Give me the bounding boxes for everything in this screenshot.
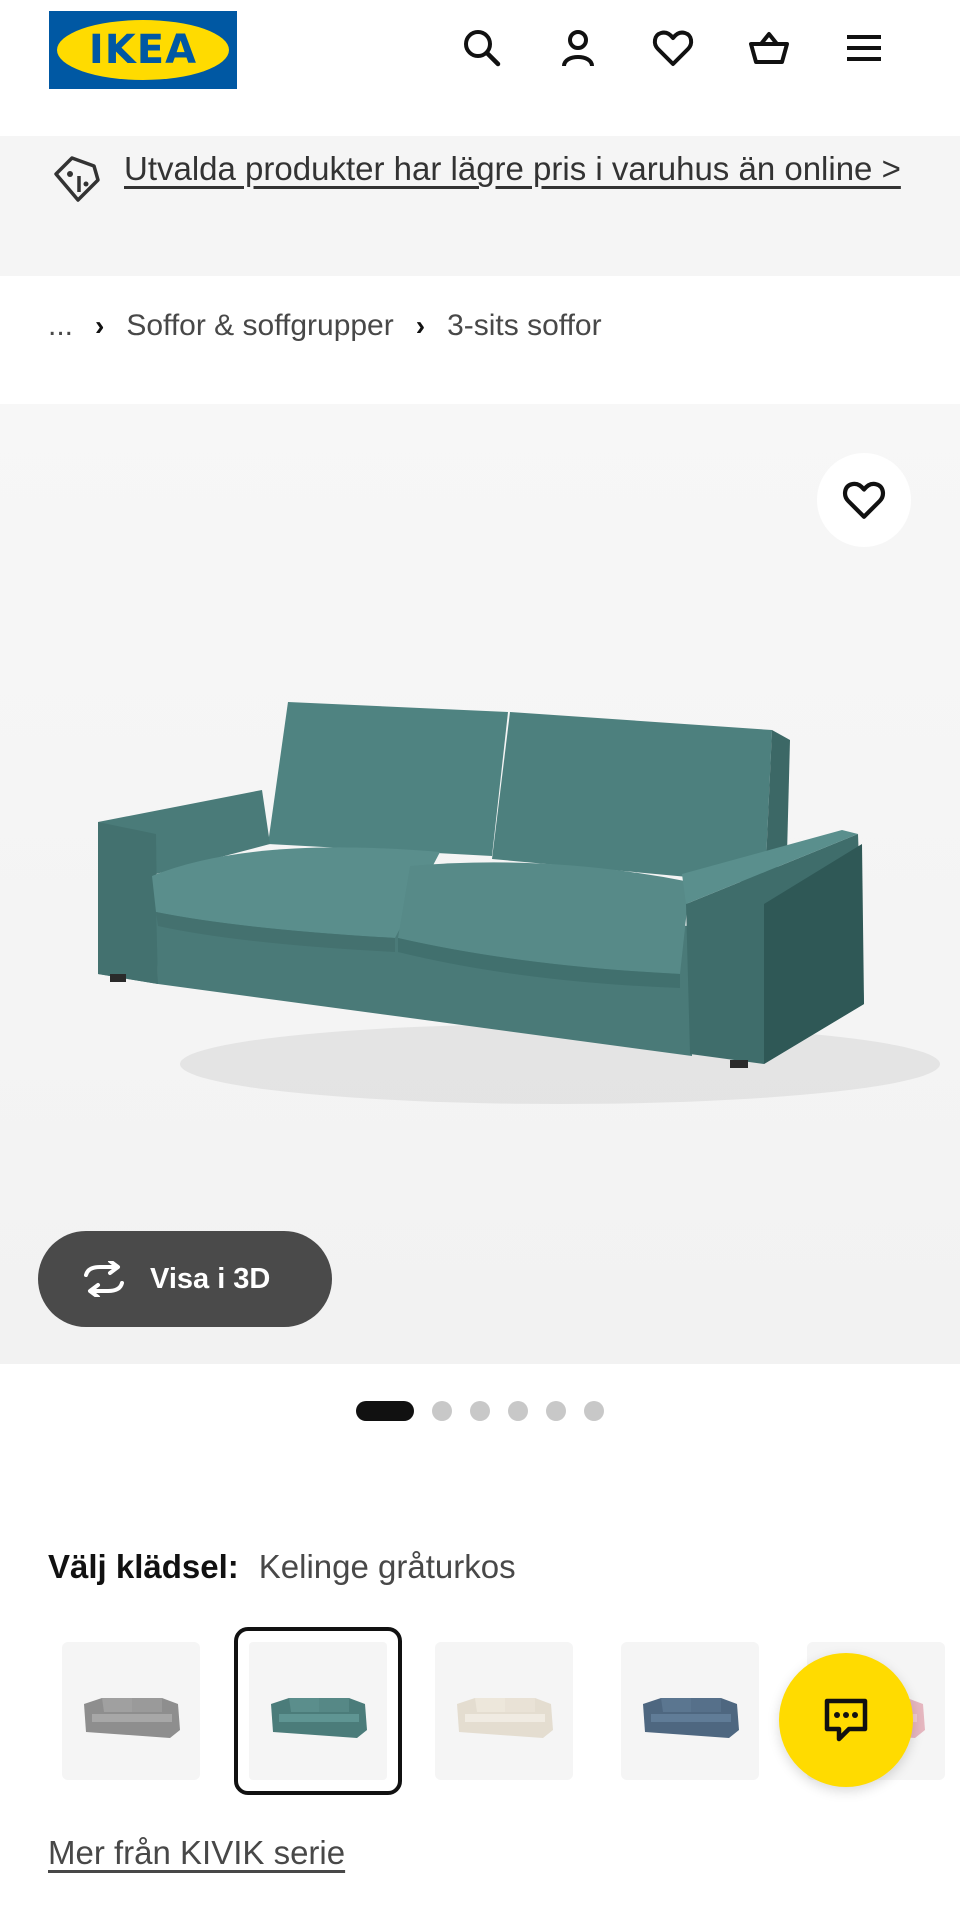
chevron-right-icon: › [95, 310, 105, 341]
sofa-thumbnail [643, 1698, 739, 1738]
pagination-dot[interactable] [584, 1401, 604, 1421]
pagination-dot[interactable] [432, 1401, 452, 1421]
upholstery-label: Välj klädsel: [48, 1548, 239, 1585]
search-icon[interactable] [456, 22, 508, 74]
pagination-dot-active[interactable] [356, 1401, 414, 1421]
rotate-3d-icon [84, 1261, 124, 1297]
view-in-3d-button[interactable]: Visa i 3D [38, 1231, 332, 1327]
breadcrumb-item-3-seat-sofas[interactable]: 3-sits soffor [447, 309, 602, 343]
sofa-thumbnail [271, 1698, 367, 1738]
pagination-dot[interactable] [508, 1401, 528, 1421]
upholstery-selector-label: Välj klädsel: Kelinge gråturkos [48, 1548, 516, 1586]
breadcrumb: ... › Soffor & soffgrupper › 3-sits soff… [48, 302, 602, 350]
breadcrumb-ellipsis[interactable]: ... [48, 309, 73, 343]
menu-icon[interactable] [838, 22, 890, 74]
breadcrumb-item-sofas[interactable]: Soffor & soffgrupper [126, 309, 393, 343]
upholstery-selected-value: Kelinge gråturkos [258, 1548, 516, 1585]
pagination-dot[interactable] [470, 1401, 490, 1421]
price-banner-link[interactable]: Utvalda produkter har lägre pris i varuh… [124, 144, 914, 194]
upholstery-swatch-blue[interactable] [621, 1642, 759, 1780]
logo-text: IKEA [88, 27, 198, 73]
more-from-series-link[interactable]: Mer från KIVIK serie [48, 1834, 345, 1872]
upholstery-swatch-beige[interactable] [435, 1642, 573, 1780]
ikea-logo[interactable]: IKEA [49, 11, 237, 89]
basket-icon[interactable] [743, 22, 795, 74]
pagination-dot[interactable] [546, 1401, 566, 1421]
upholstery-swatch-teal-selected[interactable] [234, 1627, 402, 1795]
heart-icon [842, 481, 886, 519]
product-image-gallery[interactable] [0, 404, 960, 1364]
price-tag-icon [54, 156, 100, 202]
gallery-pagination [356, 1401, 604, 1421]
account-icon[interactable] [552, 22, 604, 74]
sofa-thumbnail [457, 1698, 553, 1738]
product-image-sofa [0, 404, 960, 1364]
heart-icon[interactable] [647, 22, 699, 74]
site-header: IKEA [0, 0, 960, 136]
sofa-thumbnail [84, 1698, 180, 1738]
view-in-3d-label: Visa i 3D [150, 1262, 271, 1295]
chat-button[interactable] [779, 1653, 913, 1787]
chat-icon [824, 1698, 868, 1742]
chevron-right-icon: › [415, 310, 426, 341]
upholstery-swatch-grey[interactable] [62, 1642, 200, 1780]
add-to-favorites-button[interactable] [817, 453, 911, 547]
